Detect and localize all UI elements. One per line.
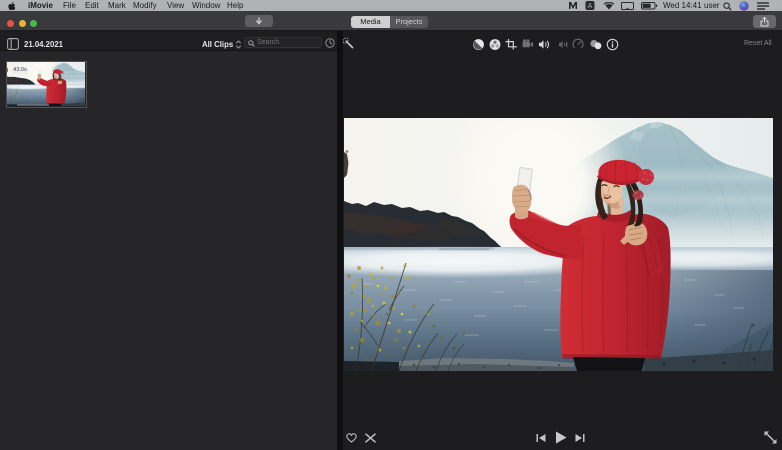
- svg-text:A: A: [588, 3, 593, 10]
